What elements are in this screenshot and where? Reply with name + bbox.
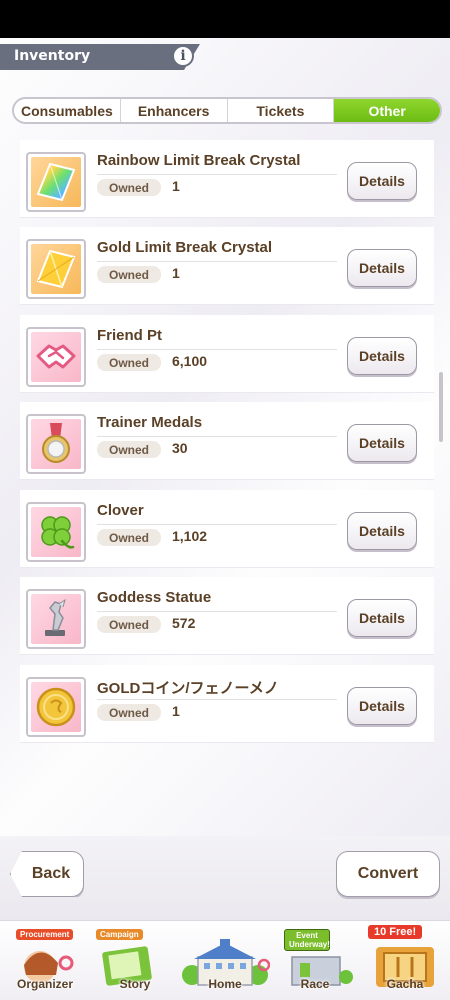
item-icon-frame <box>26 414 86 474</box>
item-name: Clover <box>97 502 144 519</box>
owned-badge: Owned <box>97 441 161 458</box>
convert-button[interactable]: Convert <box>336 851 440 897</box>
procurement-tag: Procurement <box>16 929 74 940</box>
list-scrollbar[interactable] <box>439 372 443 442</box>
status-bar <box>0 0 450 38</box>
event-underway-tag: Event Underway! <box>284 929 330 951</box>
nav-story[interactable]: Campaign Story <box>90 921 180 1000</box>
list-item: Gold Limit Break Crystal Owned 1 Details <box>20 227 434 305</box>
rainbow-crystal-icon <box>36 162 76 202</box>
clover-icon <box>41 516 75 549</box>
owned-count: 572 <box>172 615 196 631</box>
item-name: Rainbow Limit Break Crystal <box>97 152 301 169</box>
details-button[interactable]: Details <box>347 337 417 375</box>
list-item: Friend Pt Owned 6,100 Details <box>20 315 434 393</box>
item-name: Gold Limit Break Crystal <box>97 239 273 256</box>
tab-enhancers[interactable]: Enhancers <box>121 99 228 122</box>
owned-count: 1 <box>172 265 180 281</box>
owned-count: 1,102 <box>172 528 208 544</box>
details-button[interactable]: Details <box>347 512 417 550</box>
item-name: Friend Pt <box>97 327 163 344</box>
list-item: Goddess Statue Owned 572 Details <box>20 577 434 655</box>
campaign-tag: Campaign <box>96 929 143 940</box>
gold-crystal-icon <box>36 249 76 289</box>
tab-other[interactable]: Other <box>334 99 440 122</box>
nav-label: Gacha <box>386 977 424 991</box>
nav-label: Home <box>208 977 242 991</box>
bottom-nav: Procurement Organizer Campaign Story Hom… <box>0 920 450 1000</box>
owned-count: 30 <box>172 440 188 456</box>
nav-label: Race <box>300 977 330 991</box>
details-button[interactable]: Details <box>347 424 417 462</box>
owned-badge: Owned <box>97 266 161 283</box>
owned-badge: Owned <box>97 529 161 546</box>
item-icon-frame <box>26 502 86 562</box>
details-button[interactable]: Details <box>347 599 417 637</box>
list-item: Clover Owned 1,102 Details <box>20 490 434 568</box>
item-name: Trainer Medals <box>97 414 203 431</box>
medal-icon <box>42 423 70 463</box>
nav-label: Organizer <box>16 977 73 991</box>
nav-home[interactable]: Home <box>180 921 270 1000</box>
owned-badge: Owned <box>97 179 161 196</box>
owned-badge: Owned <box>97 704 161 721</box>
nav-label: Story <box>119 977 151 991</box>
info-icon[interactable]: i <box>172 45 194 67</box>
details-button[interactable]: Details <box>347 249 417 287</box>
list-item: Rainbow Limit Break Crystal Owned 1 Deta… <box>20 140 434 218</box>
page-title: Inventory <box>14 48 91 64</box>
list-item: Trainer Medals Owned 30 Details <box>20 402 434 480</box>
back-button[interactable]: Back <box>10 851 84 897</box>
owned-badge: Owned <box>97 354 161 371</box>
item-icon-frame <box>26 589 86 649</box>
statue-icon <box>45 598 66 636</box>
gold-coin-icon <box>36 687 76 727</box>
nav-organizer[interactable]: Procurement Organizer <box>0 921 90 1000</box>
list-item: GOLDコイン/フェノーメノ Owned 1 Details <box>20 665 434 743</box>
free-pulls-tag: 10 Free! <box>368 925 423 939</box>
item-icon-frame <box>26 327 86 387</box>
tab-tickets[interactable]: Tickets <box>228 99 335 122</box>
owned-count: 1 <box>172 703 180 719</box>
details-button[interactable]: Details <box>347 162 417 200</box>
owned-count: 1 <box>172 178 180 194</box>
owned-count: 6,100 <box>172 353 208 369</box>
owned-badge: Owned <box>97 616 161 633</box>
tab-consumables[interactable]: Consumables <box>14 99 121 122</box>
details-button[interactable]: Details <box>347 687 417 725</box>
nav-gacha[interactable]: 10 Free! Gacha <box>360 921 450 1000</box>
nav-race[interactable]: Event Underway! Race <box>270 921 360 1000</box>
item-name: Goddess Statue <box>97 589 212 606</box>
item-icon-frame <box>26 677 86 737</box>
item-list[interactable]: Rainbow Limit Break Crystal Owned 1 Deta… <box>20 140 434 750</box>
category-tabs: Consumables Enhancers Tickets Other <box>12 97 442 124</box>
handshake-icon <box>36 344 76 369</box>
page-header: Inventory <box>0 44 200 70</box>
item-icon-frame <box>26 152 86 212</box>
item-icon-frame <box>26 239 86 299</box>
item-name: GOLDコイン/フェノーメノ <box>97 680 279 697</box>
